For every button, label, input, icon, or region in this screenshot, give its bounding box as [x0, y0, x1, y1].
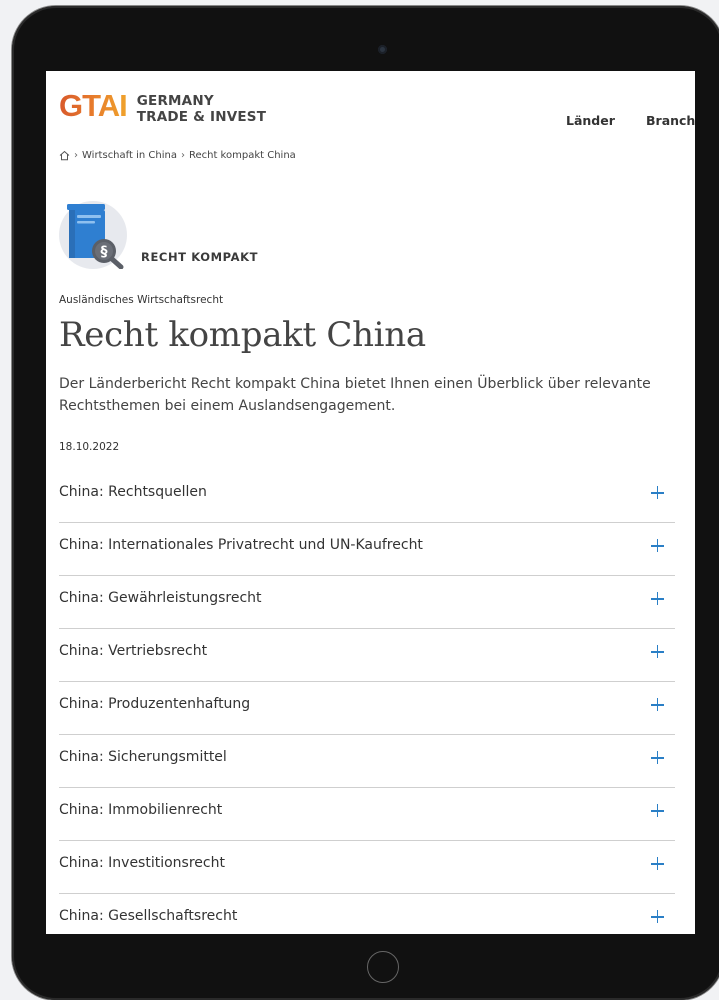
breadcrumb-item-current: Recht kompakt China [188, 150, 296, 161]
accordion-item-label: China: Gesellschaftsrecht [59, 908, 238, 924]
plus-icon[interactable] [651, 486, 665, 500]
law-book-icon: § [59, 201, 127, 270]
plus-icon[interactable] [651, 698, 665, 712]
plus-icon[interactable] [651, 751, 665, 765]
accordion-item-label: China: Produzentenhaftung [59, 696, 251, 712]
accordion-item[interactable]: China: Gesellschaftsrecht [59, 894, 675, 934]
plus-icon[interactable] [651, 910, 665, 924]
badge-label: RECHT KOMPAKT [141, 250, 259, 264]
accordion-item[interactable]: China: Sicherungsmittel [59, 735, 675, 788]
site-header: GTAI GERMANY TRADE & INVEST Länder Branc… [46, 71, 695, 146]
plus-icon[interactable] [651, 645, 665, 659]
home-button[interactable] [367, 951, 399, 983]
accordion-item[interactable]: China: Rechtsquellen [59, 470, 675, 523]
accordion-item-label: China: Internationales Privatrecht und U… [59, 537, 423, 553]
page-title: Recht kompakt China [59, 315, 426, 355]
nav-item-branchen[interactable]: Branche [646, 113, 695, 128]
chevron-right-icon: › [180, 150, 185, 161]
plus-icon[interactable] [651, 539, 665, 553]
article-overline: Ausländisches Wirtschaftsrecht [59, 294, 224, 306]
accordion-item-label: China: Rechtsquellen [59, 484, 207, 500]
article-date: 18.10.2022 [59, 441, 120, 453]
accordion-item-label: China: Vertriebsrecht [59, 643, 208, 659]
accordion-item[interactable]: China: Investitionsrecht [59, 841, 675, 894]
svg-text:§: § [101, 244, 108, 260]
category-badge: § RECHT KOMPAKT [59, 201, 259, 270]
home-icon[interactable] [59, 150, 70, 161]
plus-icon[interactable] [651, 592, 665, 606]
accordion-item[interactable]: China: Produzentenhaftung [59, 682, 675, 735]
browser-screen: GTAI GERMANY TRADE & INVEST Länder Branc… [46, 71, 695, 934]
accordion-item[interactable]: China: Immobilienrecht [59, 788, 675, 841]
accordion-item-label: China: Immobilienrecht [59, 802, 223, 818]
logo-line-1: GERMANY [136, 93, 214, 109]
nav-item-laender[interactable]: Länder [566, 113, 615, 128]
main-nav: Länder Branche [46, 113, 695, 133]
accordion-item[interactable]: China: Internationales Privatrecht und U… [59, 523, 675, 576]
accordion-item-label: China: Gewährleistungsrecht [59, 590, 262, 606]
accordion-item-label: China: Investitionsrecht [59, 855, 225, 871]
breadcrumb-item-wirtschaft[interactable]: Wirtschaft in China [82, 150, 177, 161]
accordion: China: Rechtsquellen China: Internationa… [59, 470, 675, 934]
plus-icon[interactable] [651, 804, 665, 818]
accordion-item[interactable]: China: Gewährleistungsrecht [59, 576, 675, 629]
chevron-right-icon: › [74, 150, 78, 161]
breadcrumb: › Wirtschaft in China › Recht kompakt Ch… [59, 150, 296, 161]
accordion-item-label: China: Sicherungsmittel [59, 749, 227, 765]
accordion-item[interactable]: China: Vertriebsrecht [59, 629, 675, 682]
front-camera [378, 45, 387, 54]
article-lead: Der Länderbericht Recht kompakt China bi… [59, 376, 651, 414]
plus-icon[interactable] [651, 857, 665, 871]
